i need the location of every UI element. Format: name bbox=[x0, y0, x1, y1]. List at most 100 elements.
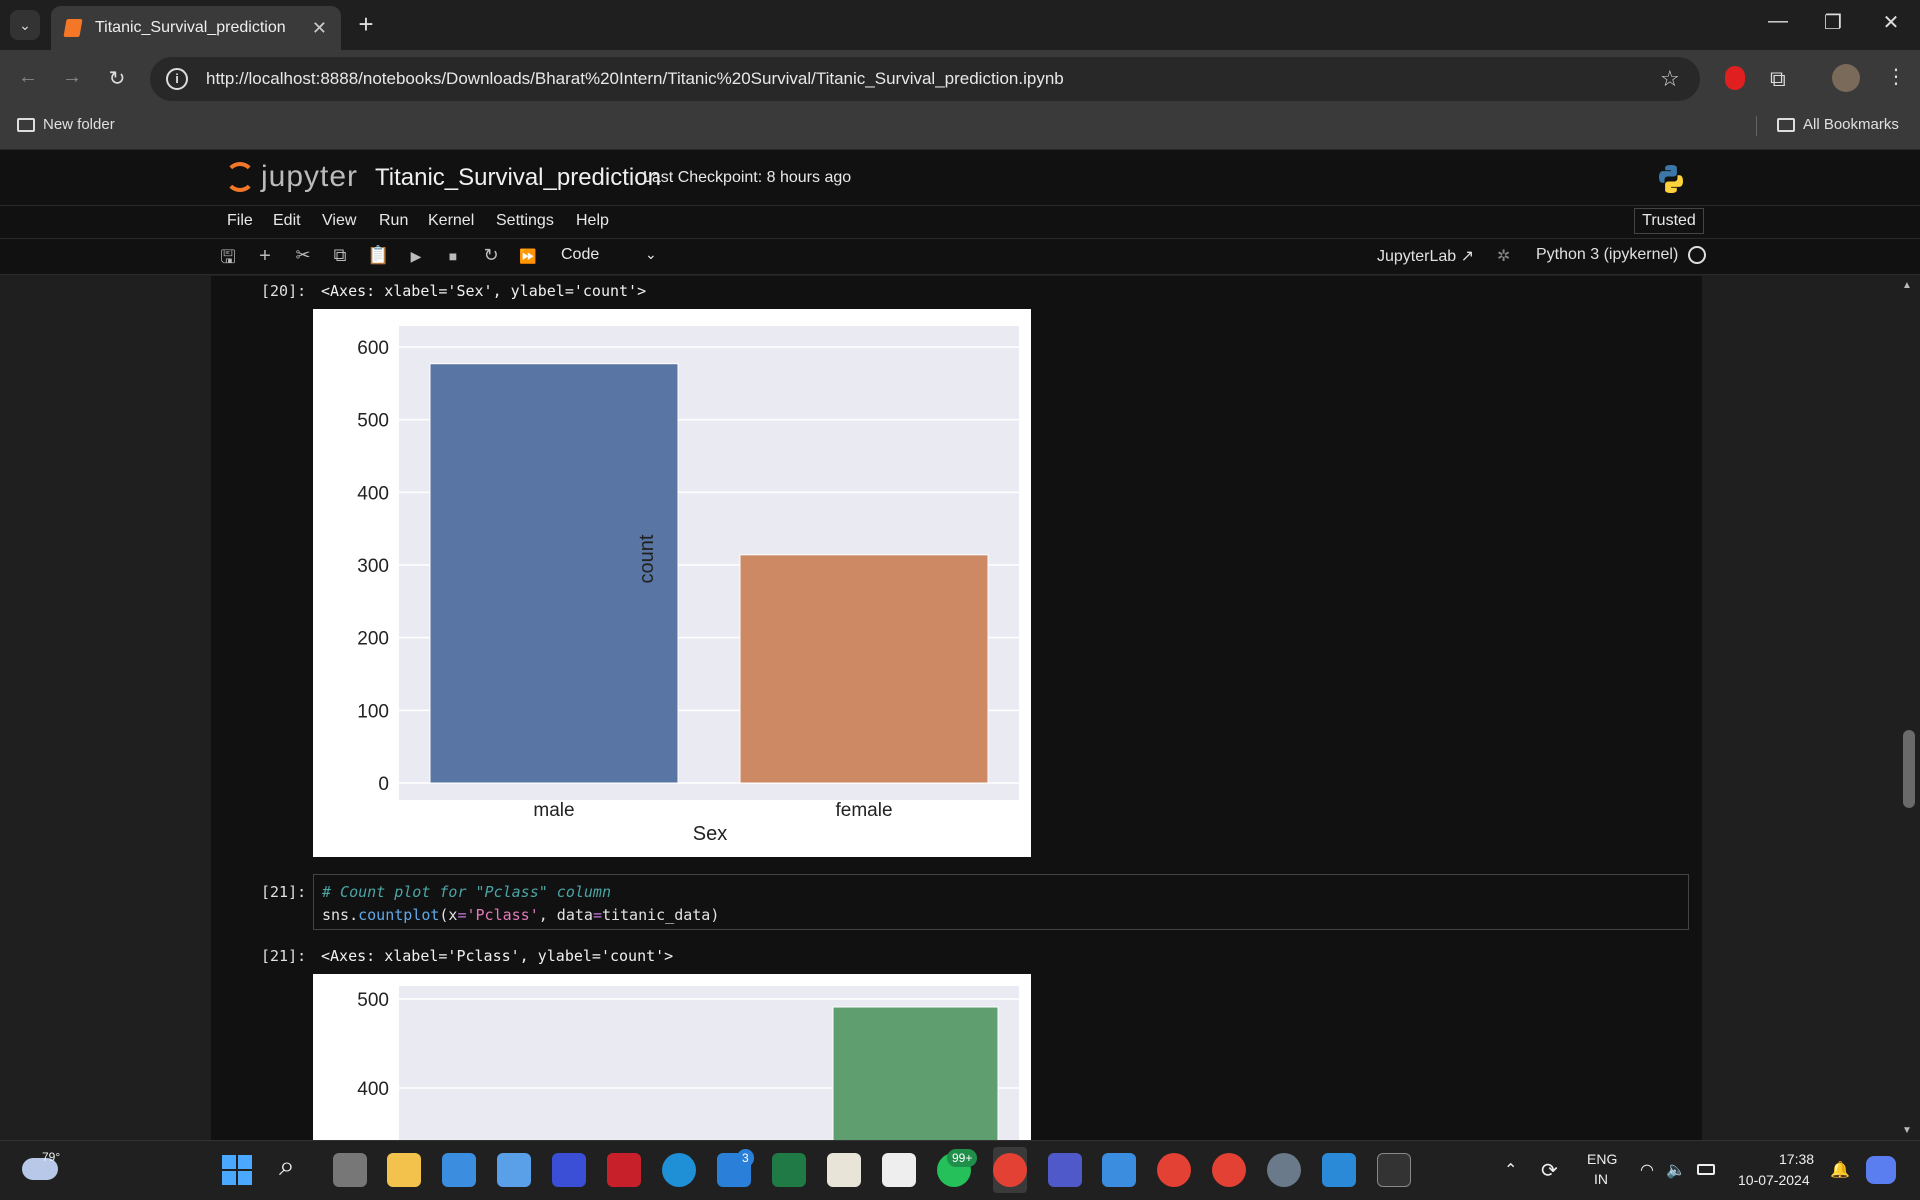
sex-countplot: 0 100 200 300 400 500 600 male female Sex count bbox=[313, 309, 1031, 857]
y-tick-label: 500 bbox=[357, 411, 389, 432]
restore-icon[interactable]: ❐ bbox=[1813, 10, 1853, 35]
minimize-icon[interactable]: — bbox=[1758, 10, 1798, 33]
menu-view[interactable]: View bbox=[322, 212, 356, 230]
insert-cell-icon[interactable]: + bbox=[254, 245, 276, 268]
chrome-icon[interactable] bbox=[993, 1153, 1027, 1187]
bookmark-label: New folder bbox=[43, 116, 115, 133]
chrome-profile-icon[interactable] bbox=[1157, 1153, 1191, 1187]
y-tick-label: 200 bbox=[357, 629, 389, 650]
cell-type-value: Code bbox=[561, 246, 600, 263]
search-icon[interactable]: ⌕ bbox=[279, 1150, 295, 1183]
teams-icon[interactable] bbox=[1048, 1153, 1082, 1187]
debugger-bug-icon[interactable]: ✲ bbox=[1497, 246, 1510, 266]
code-token: titanic_data) bbox=[601, 906, 720, 924]
all-bookmarks[interactable]: All Bookmarks bbox=[1777, 116, 1899, 133]
trusted-badge[interactable]: Trusted bbox=[1634, 208, 1704, 234]
stop-icon[interactable]: ■ bbox=[442, 248, 464, 264]
run-icon[interactable]: ▶ bbox=[405, 248, 427, 265]
windows-start-icon[interactable] bbox=[222, 1155, 252, 1185]
notebook-scrollbar[interactable] bbox=[1898, 276, 1920, 1140]
menu-file[interactable]: File bbox=[227, 212, 253, 230]
browser-menu-icon[interactable]: ⋮ bbox=[1886, 64, 1906, 89]
restart-icon[interactable]: ↻ bbox=[480, 245, 502, 266]
browser-tab-active[interactable]: Titanic_Survival_prediction ✕ bbox=[51, 6, 341, 50]
y-tick-label: 300 bbox=[357, 556, 389, 577]
language-bottom[interactable]: IN bbox=[1594, 1171, 1608, 1187]
cell-type-select[interactable]: Code ⌄ bbox=[561, 246, 661, 264]
notepad-icon[interactable] bbox=[827, 1153, 861, 1187]
reload-icon[interactable]: ↻ bbox=[103, 66, 131, 91]
kernel-status[interactable]: Python 3 (ipykernel) bbox=[1536, 246, 1707, 264]
excel-icon[interactable] bbox=[772, 1153, 806, 1187]
sync-icon[interactable]: ⟳ bbox=[1541, 1158, 1558, 1183]
divider bbox=[1756, 116, 1757, 136]
kernel-name: Python 3 (ipykernel) bbox=[1536, 246, 1679, 263]
edge-icon[interactable] bbox=[662, 1153, 696, 1187]
tab-search-button[interactable]: ⌄ bbox=[10, 10, 40, 40]
copilot-icon[interactable] bbox=[1866, 1156, 1896, 1184]
profile-avatar[interactable] bbox=[1832, 64, 1860, 92]
menu-run[interactable]: Run bbox=[379, 212, 408, 230]
jupyter-logo-icon bbox=[225, 162, 255, 192]
cut-icon[interactable]: ✂ bbox=[292, 245, 314, 266]
task-view-icon[interactable] bbox=[333, 1153, 367, 1187]
terminal-icon[interactable] bbox=[1377, 1153, 1411, 1187]
bookmarks-bar bbox=[0, 110, 1920, 150]
menu-kernel[interactable]: Kernel bbox=[428, 212, 474, 230]
jupyter-logo[interactable]: jupyter bbox=[225, 160, 358, 194]
y-tick-label: 0 bbox=[378, 774, 389, 795]
code-token: countplot bbox=[358, 906, 440, 924]
clock-date[interactable]: 10-07-2024 bbox=[1738, 1172, 1810, 1188]
output-prompt: [21]: bbox=[261, 947, 307, 965]
extensions-puzzle-icon[interactable]: ⧉ bbox=[1770, 66, 1786, 92]
restart-run-all-icon[interactable]: ⏩ bbox=[517, 248, 539, 265]
file-explorer-icon[interactable] bbox=[387, 1153, 421, 1187]
chrome-profile-2-icon[interactable] bbox=[1212, 1153, 1246, 1187]
output-text: <Axes: xlabel='Pclass', ylabel='count'> bbox=[321, 947, 674, 965]
save-icon[interactable]: 🖫 bbox=[217, 245, 239, 275]
scroll-down-icon[interactable]: ▼ bbox=[1902, 1125, 1912, 1136]
language-top[interactable]: ENG bbox=[1587, 1151, 1617, 1167]
snipping-tool-icon[interactable] bbox=[882, 1153, 916, 1187]
menu-help[interactable]: Help bbox=[576, 212, 609, 230]
y-tick-labels: 400 500 bbox=[357, 990, 389, 1100]
copy-icon[interactable]: ⧉ bbox=[329, 245, 351, 266]
chevron-up-icon[interactable]: ⌃ bbox=[1504, 1160, 1517, 1180]
battery-icon[interactable] bbox=[1697, 1164, 1715, 1175]
notes-icon[interactable] bbox=[1102, 1153, 1136, 1187]
menu-edit[interactable]: Edit bbox=[273, 212, 301, 230]
x-axis-label: Sex bbox=[693, 823, 727, 845]
paste-icon[interactable]: 📋 bbox=[367, 245, 389, 266]
new-tab-button[interactable]: + bbox=[352, 10, 380, 38]
forward-icon[interactable]: → bbox=[58, 66, 86, 89]
window-close-icon[interactable]: ✕ bbox=[1871, 10, 1911, 35]
store-icon[interactable] bbox=[497, 1153, 531, 1187]
code-cell-editor[interactable]: # Count plot for "Pclass" column sns.cou… bbox=[313, 874, 1689, 930]
wifi-icon[interactable]: ◠ bbox=[1640, 1160, 1654, 1180]
volume-icon[interactable]: 🔈 bbox=[1666, 1160, 1686, 1180]
scroll-up-icon[interactable]: ▲ bbox=[1902, 280, 1912, 291]
notebook-title[interactable]: Titanic_Survival_prediction bbox=[375, 164, 661, 192]
tab-close-icon[interactable]: ✕ bbox=[312, 18, 327, 39]
photos-icon[interactable] bbox=[1322, 1153, 1356, 1187]
site-info-icon[interactable]: i bbox=[166, 68, 188, 90]
extension-red-icon[interactable] bbox=[1725, 66, 1745, 90]
notifications-icon[interactable]: 🔔 bbox=[1830, 1160, 1850, 1180]
address-bar[interactable]: i http://localhost:8888/notebooks/Downlo… bbox=[150, 57, 1700, 101]
tab-title: Titanic_Survival_prediction bbox=[95, 19, 286, 36]
app-icon[interactable] bbox=[552, 1153, 586, 1187]
back-icon[interactable]: ← bbox=[14, 66, 42, 89]
mcafee-icon[interactable] bbox=[607, 1153, 641, 1187]
menu-settings[interactable]: Settings bbox=[496, 212, 554, 230]
bookmark-star-icon[interactable]: ☆ bbox=[1660, 66, 1680, 92]
jupyterlab-link[interactable]: JupyterLab ↗ bbox=[1377, 246, 1474, 266]
all-bookmarks-label: All Bookmarks bbox=[1803, 116, 1899, 133]
settings-gear-icon[interactable] bbox=[1267, 1153, 1301, 1187]
scroll-thumb[interactable] bbox=[1903, 730, 1915, 808]
mail-icon[interactable] bbox=[442, 1153, 476, 1187]
x-tick-label: female bbox=[835, 800, 892, 821]
y-tick-label: 600 bbox=[357, 338, 389, 359]
bookmark-new-folder[interactable]: New folder bbox=[17, 116, 115, 133]
clock-time[interactable]: 17:38 bbox=[1779, 1151, 1814, 1167]
y-tick-label: 400 bbox=[357, 1079, 389, 1100]
